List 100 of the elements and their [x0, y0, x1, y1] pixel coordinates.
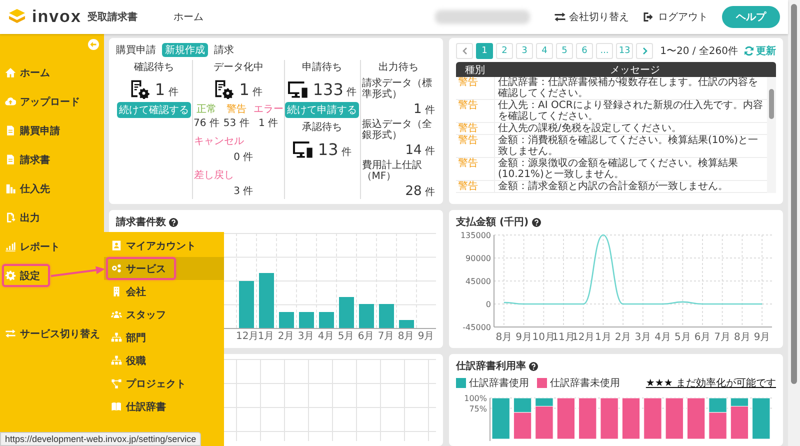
sidebar-item[interactable]: 請求書 [0, 145, 104, 174]
legend-swatch [537, 378, 547, 388]
sidebar-item[interactable]: サービス切り替え [0, 319, 104, 348]
column-title: データ化中 [213, 60, 264, 74]
bar-segment [752, 398, 770, 440]
document-gear-icon [214, 79, 234, 99]
submenu-item[interactable]: プロジェクト [104, 372, 224, 395]
chart-title: 支払金額 (千円) [456, 216, 529, 229]
next-page-button[interactable] [636, 43, 654, 59]
status-label: キャンセル [194, 135, 244, 148]
sidebar-item[interactable]: ホーム [0, 58, 104, 87]
bar-segment [644, 398, 662, 440]
axis-label: 4月 [316, 330, 336, 343]
status-url: https://development-web.invox.jp/setting/service [0, 432, 202, 446]
axis-label: 8月 [396, 330, 416, 343]
settings-icon [5, 270, 16, 281]
axis-label: 1月 [595, 332, 612, 343]
bar-segment [686, 398, 706, 440]
axis-label: 75% [469, 404, 487, 414]
org-chart-icon [111, 355, 122, 366]
sidebar-item[interactable]: 出力 [0, 203, 104, 232]
column-header: 種別 [464, 64, 486, 76]
axis-label: -45000 [462, 323, 491, 332]
sidebar-item[interactable]: 購買申請 [0, 116, 104, 145]
message-type: 警告 [457, 100, 479, 113]
status-label: エラー [253, 103, 284, 116]
scrollbar[interactable] [788, 0, 800, 446]
axis-label: 2月 [276, 330, 296, 343]
message-type: 警告 [457, 123, 479, 134]
count-value: 28 件 [404, 184, 435, 199]
status-count: 1 件 [258, 117, 278, 130]
nodes-icon [111, 378, 122, 389]
axis-label: 100% [464, 394, 487, 403]
document-arrow-icon [5, 212, 16, 223]
count-value: 1 件 [154, 80, 178, 98]
help-icon[interactable] [169, 218, 178, 226]
efficiency-link[interactable]: ★★★ まだ効率化が可能です [646, 376, 776, 390]
submenu-item[interactable]: 会社 [104, 280, 224, 303]
status-count: 3 件 [232, 185, 254, 198]
axis-label: 1月 [256, 330, 276, 343]
axis-label: 0 [486, 300, 491, 309]
sidebar-item[interactable]: アップロード [0, 87, 104, 116]
chevron-left-icon [460, 47, 468, 55]
collapse-icon[interactable] [88, 39, 99, 50]
sidebar-item[interactable]: レポート [0, 232, 104, 261]
axis-label: 5月 [336, 330, 356, 343]
sidebar-item[interactable]: 仕入先 [0, 174, 104, 203]
output-label: 請求データ（標準形式） [362, 78, 433, 100]
logout-icon [643, 11, 655, 23]
axis-label: 8月 [496, 332, 512, 343]
submenu-item[interactable]: マイアカウント [104, 234, 224, 257]
column-title: 出力待ち [377, 60, 420, 74]
column-bars-icon [5, 183, 16, 194]
tab-link[interactable]: 購買申請 [116, 43, 156, 57]
scrollbar[interactable] [767, 77, 776, 193]
status-count: 0 件 [232, 151, 254, 164]
axis-label: 3月 [634, 332, 652, 343]
tab-link[interactable]: 請求 [214, 43, 234, 57]
help-icon[interactable] [529, 362, 538, 370]
document-icon [5, 125, 16, 136]
swap-arrows-icon [554, 11, 566, 23]
status-count: 53 件 [223, 117, 250, 130]
previous-page-button[interactable] [456, 43, 473, 59]
nav-link[interactable]: ホーム [173, 10, 204, 24]
gears-icon [111, 263, 122, 274]
axis-label: 12月 [572, 332, 595, 343]
bar-segment [492, 398, 510, 440]
chevron-right-icon [640, 47, 649, 55]
submenu-item[interactable]: サービス [104, 257, 224, 280]
bar-segment [578, 398, 597, 440]
refresh-icon [744, 46, 754, 56]
axis-label: 6月 [356, 330, 376, 343]
axis-label: 7月 [714, 332, 731, 343]
help-icon[interactable] [532, 218, 541, 226]
chart-title: 仕訳辞書利用率 [456, 359, 526, 373]
axis-label: 90000 [466, 254, 491, 263]
status-label: 差し戻し [194, 168, 234, 182]
axis-label: 45000 [466, 277, 491, 286]
bar-chart-icon [5, 241, 16, 252]
document-icon [5, 154, 16, 165]
submenu-item[interactable]: 役職 [104, 349, 224, 372]
submenu-item[interactable]: 部門 [104, 326, 224, 349]
message-type: 警告 [457, 181, 479, 192]
axis-label: 9月 [516, 332, 532, 343]
annotation-arrow [50, 266, 105, 276]
axis-label: 9月 [416, 330, 436, 343]
bar-segment [665, 398, 684, 440]
cloud-upload-icon [5, 96, 16, 107]
count-value: 1 件 [412, 102, 435, 117]
column-title: 申請待ち [302, 60, 342, 74]
sidebar-item[interactable]: 設定 [0, 261, 104, 290]
submenu-item[interactable]: 仕訳辞書 [104, 395, 224, 418]
monitor-icon [288, 79, 308, 99]
logo-icon [8, 8, 26, 26]
count-value: 14 件 [404, 143, 435, 158]
column-title: 確認待ち [134, 60, 174, 74]
company-switch-link[interactable]: 会社切り替え [554, 10, 629, 24]
status-label: 正常 [196, 102, 216, 116]
logout-link[interactable]: ログアウト [643, 10, 708, 24]
submenu-item[interactable]: スタッフ [104, 303, 224, 326]
